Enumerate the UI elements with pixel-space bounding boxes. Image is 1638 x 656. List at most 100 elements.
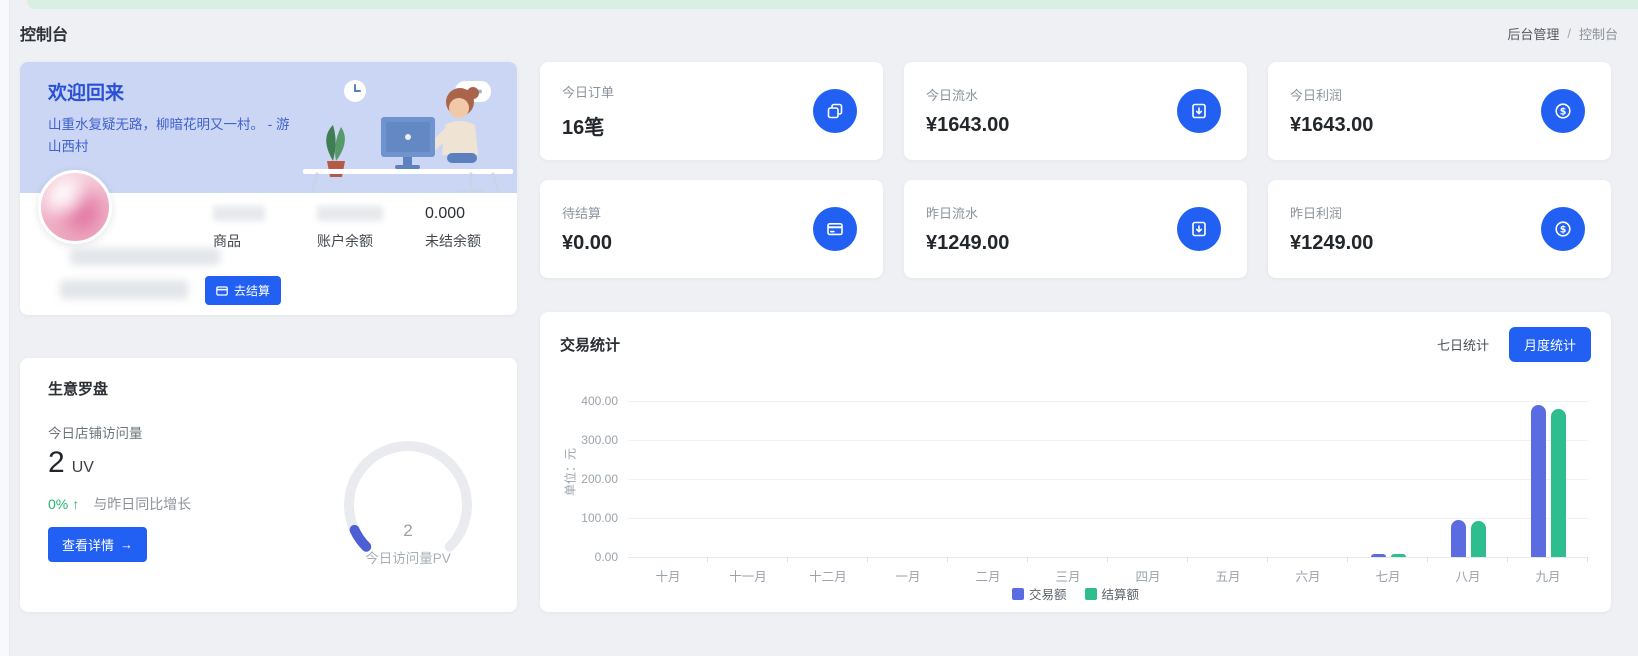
- growth-label: 与昨日同比增长: [93, 494, 191, 514]
- chart-category-slot: 十二月: [788, 401, 868, 557]
- stat-account-balance-label: 账户余额: [317, 231, 383, 251]
- redacted-value: [317, 206, 383, 221]
- stat-card-today-orders: 今日订单 16笔: [540, 62, 883, 160]
- chart-category-slot: 八月: [1428, 401, 1508, 557]
- view-details-button[interactable]: 查看详情 →: [48, 527, 147, 562]
- legend-label: 结算额: [1102, 584, 1140, 603]
- stat-card-today-flow: 今日流水 ¥1643.00: [904, 62, 1247, 160]
- redacted-username-line: [70, 248, 220, 265]
- stat-card-value: ¥1643.00: [926, 114, 1009, 137]
- orders-icon: [813, 89, 857, 133]
- svg-text:$: $: [1560, 224, 1567, 235]
- stat-card-yesterday-flow: 昨日流水 ¥1249.00: [904, 180, 1247, 278]
- gauge-value: 2: [328, 521, 488, 541]
- welcome-stats: 商品 账户余额 0.000 未结余额: [213, 203, 487, 251]
- uv-value: 2: [48, 446, 65, 480]
- business-compass-card: 生意罗盘 今日店铺访问量 2 UV 0% ↑ 与昨日同比增长 查看详情 → 2 …: [20, 358, 517, 612]
- stat-card-pending-settle: 待结算 ¥0.00: [540, 180, 883, 278]
- welcome-illustration: [303, 69, 513, 193]
- breadcrumb-separator: /: [1567, 26, 1571, 41]
- stat-goods-label: 商品: [213, 231, 275, 251]
- stat-card-value: 16笔: [562, 111, 614, 140]
- stat-card-label: 今日流水: [926, 85, 1009, 104]
- chart-slots: 十月十一月十二月一月二月三月四月五月六月七月八月九月: [628, 401, 1588, 557]
- stat-account-balance: 账户余额: [317, 203, 383, 251]
- bar-交易额: [1371, 554, 1386, 557]
- y-axis-tick-label: 100.00: [581, 511, 618, 525]
- bar-结算额: [1471, 521, 1486, 557]
- tab-monthly[interactable]: 月度统计: [1509, 327, 1591, 362]
- chart-legend: 交易额 结算额: [540, 584, 1611, 603]
- chart-category-slot: 三月: [1028, 401, 1108, 557]
- chart-category-slot: 六月: [1268, 401, 1348, 557]
- legend-item-交易额[interactable]: 交易额: [1012, 584, 1067, 603]
- stat-card-label: 待结算: [562, 203, 612, 222]
- settle-button-label: 去结算: [234, 282, 270, 299]
- svg-text:$: $: [1560, 106, 1567, 117]
- stat-card-today-profit: 今日利润 ¥1643.00 $: [1268, 62, 1611, 160]
- visits-label: 今日店铺访问量: [48, 422, 143, 442]
- chart-category-slot: 十一月: [708, 401, 788, 557]
- stat-card-label: 昨日流水: [926, 203, 1009, 222]
- stat-unsettled-label: 未结余额: [425, 231, 487, 251]
- chart-title: 交易统计: [560, 334, 620, 355]
- legend-item-结算额[interactable]: 结算额: [1085, 584, 1140, 603]
- redacted-username-line: [60, 280, 188, 299]
- transactions-chart-card: 交易统计 七日统计 月度统计 单位：元 400.00300.00200.0010…: [540, 312, 1611, 612]
- view-details-label: 查看详情: [62, 535, 114, 554]
- gauge-label: 今日访问量PV: [328, 547, 488, 567]
- stat-card-yesterday-profit: 昨日利润 ¥1249.00 $: [1268, 180, 1611, 278]
- stat-card-label: 今日利润: [1290, 85, 1373, 104]
- x-axis-tick-label: 九月: [1498, 566, 1598, 585]
- bar-结算额: [1391, 554, 1406, 557]
- page-header: 控制台 后台管理 / 控制台: [20, 20, 1618, 46]
- stats-grid: 今日订单 16笔 今日流水 ¥1643.00 今日利润 ¥1643.00: [540, 62, 1611, 278]
- stat-card-label: 昨日利润: [1290, 203, 1373, 222]
- welcome-quote: 山重水复疑无路，柳暗花明又一村。 - 游山西村: [48, 114, 298, 159]
- bank-card-icon: [216, 285, 228, 297]
- y-axis-tick-label: 400.00: [581, 394, 618, 408]
- profit-icon: $: [1541, 207, 1585, 251]
- chart-category-slot: 五月: [1188, 401, 1268, 557]
- inflow-icon: [1177, 207, 1221, 251]
- stat-unsettled-balance: 0.000 未结余额: [425, 203, 487, 251]
- legend-swatch: [1012, 588, 1024, 600]
- y-axis-tick-label: 300.00: [581, 433, 618, 447]
- stat-card-value: ¥1249.00: [1290, 232, 1373, 255]
- gridline: 0.00: [628, 557, 1588, 558]
- breadcrumb-item-current: 控制台: [1579, 24, 1618, 43]
- chart-range-tabs: 七日统计 月度统计: [1437, 327, 1591, 362]
- y-axis-tick-label: 0.00: [595, 550, 618, 564]
- chart-plot: 400.00300.00200.00100.000.00十月十一月十二月一月二月…: [628, 401, 1588, 557]
- chart-category-slot: 七月: [1348, 401, 1428, 557]
- legend-swatch: [1085, 588, 1097, 600]
- sidebar-edge: [0, 0, 10, 656]
- growth-value: 0%: [48, 496, 68, 512]
- bar-结算额: [1551, 409, 1566, 557]
- settle-button[interactable]: 去结算: [205, 276, 281, 305]
- inflow-icon: [1177, 89, 1221, 133]
- welcome-banner: 欢迎回来 山重水复疑无路，柳暗花明又一村。 - 游山西村: [20, 62, 517, 193]
- arrow-right-icon: →: [120, 537, 133, 552]
- chart-category-slot: 四月: [1108, 401, 1188, 557]
- settle-card-icon: [813, 207, 857, 251]
- stat-unsettled-value: 0.000: [425, 205, 465, 223]
- breadcrumb: 后台管理 / 控制台: [1507, 24, 1618, 43]
- compass-title: 生意罗盘: [48, 378, 108, 399]
- arrow-up-icon: ↑: [72, 496, 79, 512]
- bar-交易额: [1531, 405, 1546, 557]
- page-title: 控制台: [20, 21, 68, 45]
- welcome-card: 欢迎回来 山重水复疑无路，柳暗花明又一村。 - 游山西村: [20, 62, 517, 315]
- chart-category-slot: 九月: [1508, 401, 1588, 557]
- stat-card-label: 今日订单: [562, 82, 614, 101]
- tab-seven-day[interactable]: 七日统计: [1437, 335, 1489, 354]
- uv-unit: UV: [72, 459, 94, 477]
- chart-category-slot: 十月: [628, 401, 708, 557]
- bar-交易额: [1451, 520, 1466, 557]
- chart-category-slot: 一月: [868, 401, 948, 557]
- profit-icon: $: [1541, 89, 1585, 133]
- y-axis-title: 单位：元: [562, 448, 579, 496]
- chart-category-slot: 二月: [948, 401, 1028, 557]
- stat-goods: 商品: [213, 203, 275, 251]
- breadcrumb-item-admin[interactable]: 后台管理: [1507, 24, 1559, 43]
